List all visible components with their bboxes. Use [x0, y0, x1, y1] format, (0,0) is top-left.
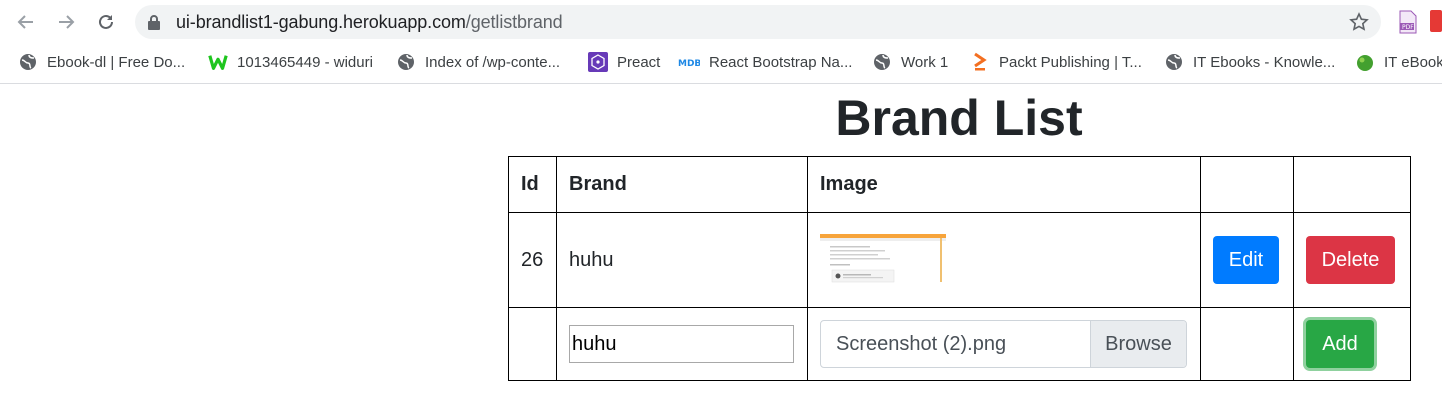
bookmarks-bar: Ebook-dl | Free Do... 1013465449 - widur…: [0, 44, 1442, 84]
bookmark-label: Index of /wp-conte...: [425, 53, 561, 71]
lock-icon: [148, 15, 160, 30]
cell-empty-edit: [1200, 307, 1294, 381]
bookmark-it-ebooks[interactable]: IT Ebooks - Knowle...: [1164, 44, 1335, 80]
brand-name-input[interactable]: [569, 325, 794, 363]
bookmark-preact[interactable]: Preact: [588, 44, 660, 80]
reload-icon: [99, 14, 113, 29]
url-text: ui-brandlist1-gabung.herokuapp.com/getli…: [176, 12, 563, 33]
bookmark-label: Preact: [617, 53, 661, 71]
brand-table: Id Brand Image 26 huhu Edit Delete huhu …: [508, 156, 1411, 381]
back-button[interactable]: [14, 10, 38, 34]
cell-brand: huhu: [556, 212, 808, 308]
cell-brand-input: [556, 307, 808, 381]
bookmark-work1[interactable]: Work 1: [872, 44, 948, 80]
bookmark-label: Ebook-dl | Free Do...: [47, 53, 186, 71]
svg-text:MDB: MDB: [678, 59, 700, 68]
url-path: /getlistbrand: [465, 12, 563, 32]
green-ball-icon: [1355, 52, 1375, 72]
bookmark-packt[interactable]: Packt Publishing | T...: [970, 44, 1142, 80]
bookmark-label: Packt Publishing | T...: [999, 53, 1142, 71]
add-button[interactable]: Add: [1306, 320, 1374, 368]
page-title: Brand List: [835, 90, 1083, 146]
bookmark-index-wp[interactable]: Index of /wp-conte...: [396, 44, 560, 80]
globe-icon: [396, 52, 416, 72]
brand-image-thumbnail: [820, 234, 946, 286]
file-name-label: Screenshot (2).png: [836, 332, 1007, 355]
packt-icon: [970, 52, 990, 72]
browser-toolbar: ui-brandlist1-gabung.herokuapp.com/getli…: [0, 0, 1442, 44]
bookmark-widuri[interactable]: 1013465449 - widuri: [208, 44, 373, 80]
cell-file-input: Screenshot (2).png Browse: [807, 307, 1201, 381]
cell-edit: Edit: [1200, 212, 1294, 308]
back-arrow-icon: [17, 15, 33, 29]
url-host: ui-brandlist1-gabung.herokuapp.com: [176, 12, 466, 32]
edit-button[interactable]: Edit: [1213, 236, 1279, 284]
globe-icon: [1164, 52, 1184, 72]
cell-image: [807, 212, 1201, 308]
svg-text:PDF: PDF: [1402, 24, 1414, 31]
preact-icon: [588, 52, 608, 72]
column-header-delete: [1293, 156, 1411, 213]
bookmark-star-icon[interactable]: [1349, 12, 1369, 32]
bookmark-label: IT Ebooks - Knowle...: [1193, 53, 1336, 71]
column-header-image: Image: [807, 156, 1201, 213]
bookmark-it-ebook[interactable]: IT eBook: [1355, 44, 1442, 80]
globe-icon: [872, 52, 892, 72]
bookmark-label: IT eBook: [1384, 53, 1442, 71]
address-bar[interactable]: ui-brandlist1-gabung.herokuapp.com/getli…: [135, 5, 1381, 39]
cell-add: Add: [1293, 307, 1411, 381]
table-row: 26 huhu Edit Delete: [508, 212, 1411, 308]
mdb-icon: MDB: [678, 52, 700, 72]
forward-arrow-icon: [59, 15, 75, 29]
bookmark-react-bootstrap[interactable]: MDB React Bootstrap Na...: [678, 44, 852, 80]
column-header-edit: [1200, 156, 1294, 213]
table-header-row: Id Brand Image: [508, 156, 1411, 213]
cell-id: 26: [508, 212, 557, 308]
cell-empty-id: [508, 307, 557, 381]
image-file-input[interactable]: Screenshot (2).png Browse: [820, 320, 1187, 368]
bookmark-label: 1013465449 - widuri: [237, 53, 373, 71]
delete-button[interactable]: Delete: [1306, 236, 1395, 284]
globe-icon: [18, 52, 38, 72]
forward-button[interactable]: [54, 10, 78, 34]
wattpad-icon: [208, 52, 228, 72]
bookmark-label: Work 1: [901, 53, 949, 71]
cell-delete: Delete: [1293, 212, 1411, 308]
column-header-brand: Brand: [556, 156, 808, 213]
add-form-row: Screenshot (2).png Browse Add: [508, 307, 1411, 381]
bookmark-ebook-dl[interactable]: Ebook-dl | Free Do...: [18, 44, 185, 80]
pdf-extension-icon[interactable]: PDF: [1398, 10, 1418, 39]
reload-button[interactable]: [94, 10, 118, 34]
bookmark-label: React Bootstrap Na...: [709, 53, 853, 71]
red-extension-icon[interactable]: [1430, 10, 1442, 37]
column-header-id: Id: [508, 156, 557, 213]
browse-button[interactable]: Browse: [1090, 321, 1186, 367]
